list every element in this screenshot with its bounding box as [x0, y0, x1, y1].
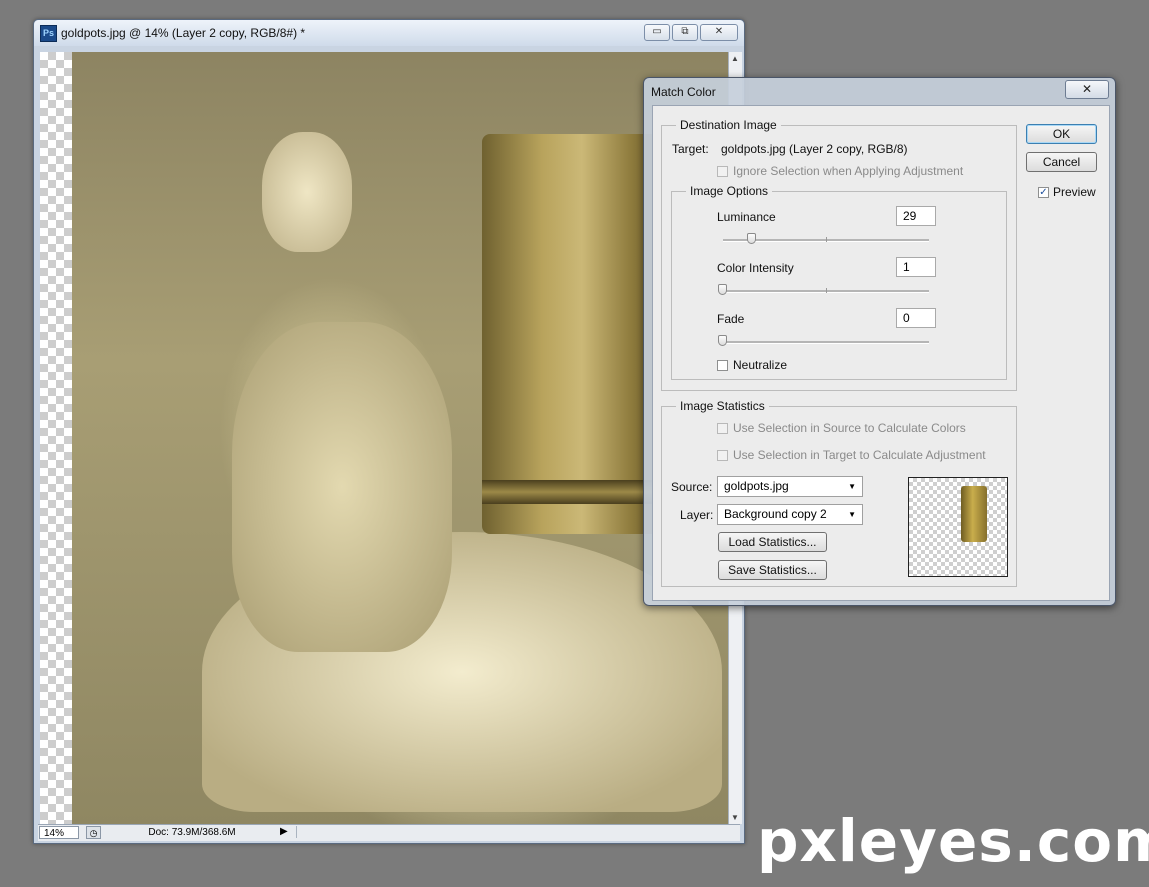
document-window: Ps goldpots.jpg @ 14% (Layer 2 copy, RGB… — [33, 19, 745, 844]
close-button[interactable]: ✕ — [700, 24, 738, 41]
ok-button[interactable]: OK — [1026, 124, 1097, 144]
target-value: goldpots.jpg (Layer 2 copy, RGB/8) — [721, 142, 908, 156]
match-color-dialog: Match Color ✕ Destination Image Target: … — [643, 77, 1116, 606]
photo-image — [72, 52, 728, 824]
status-options-icon[interactable]: ◷ — [86, 826, 101, 839]
load-statistics-button[interactable]: Load Statistics... — [718, 532, 827, 552]
preview-checkbox[interactable]: ✓ — [1038, 187, 1049, 198]
color-intensity-label: Color Intensity — [717, 261, 794, 275]
use-selection-source-label: Use Selection in Source to Calculate Col… — [733, 421, 966, 435]
status-menu-arrow-icon[interactable]: ▶ — [280, 826, 288, 837]
image-statistics-legend: Image Statistics — [680, 399, 765, 413]
save-statistics-button[interactable]: Save Statistics... — [718, 560, 827, 580]
preview-label: Preview — [1053, 185, 1096, 199]
scroll-up-icon[interactable]: ▲ — [731, 54, 739, 63]
luminance-slider-thumb[interactable] — [746, 233, 756, 244]
restore-button[interactable]: ⧉ — [672, 24, 698, 41]
fade-slider[interactable] — [718, 335, 929, 346]
use-selection-target-checkbox[interactable] — [717, 450, 728, 461]
chevron-down-icon: ▼ — [848, 510, 856, 519]
luminance-field[interactable]: 29 — [896, 206, 936, 226]
ignore-selection-checkbox[interactable] — [717, 166, 728, 177]
source-label: Source: — [671, 480, 713, 494]
neutralize-checkbox[interactable] — [717, 360, 728, 371]
color-intensity-slider[interactable] — [718, 284, 929, 295]
neutralize-label: Neutralize — [733, 358, 788, 372]
watermark-text: pxleyes.com — [757, 807, 1149, 875]
chevron-down-icon: ▼ — [848, 482, 856, 491]
layer-select[interactable]: Background copy 2 ▼ — [717, 504, 863, 525]
status-bar: 14% ◷ Doc: 73.9M/368.6M ▶ — [38, 824, 740, 841]
source-select-value: goldpots.jpg — [724, 479, 789, 493]
destination-image-legend: Destination Image — [680, 118, 777, 132]
luminance-slider[interactable] — [723, 233, 929, 244]
source-thumbnail — [908, 477, 1008, 577]
ignore-selection-label: Ignore Selection when Applying Adjustmen… — [733, 164, 964, 178]
use-selection-target-label: Use Selection in Target to Calculate Adj… — [733, 448, 986, 462]
target-label: Target: — [672, 142, 709, 156]
color-intensity-slider-thumb[interactable] — [718, 284, 727, 295]
fade-label: Fade — [717, 312, 745, 326]
dialog-body: Destination Image Target: goldpots.jpg (… — [652, 105, 1110, 601]
dialog-title: Match Color — [651, 85, 716, 99]
use-selection-source-checkbox[interactable] — [717, 423, 728, 434]
luminance-slider-midpoint-tick — [826, 237, 827, 242]
photo-figure — [232, 322, 452, 652]
layer-select-value: Background copy 2 — [724, 507, 827, 521]
thumbnail-pot-image — [961, 486, 987, 542]
layer-label: Layer: — [680, 508, 714, 522]
image-options-legend: Image Options — [690, 184, 769, 198]
canvas[interactable] — [40, 52, 728, 824]
photoshop-icon: Ps — [40, 25, 57, 42]
zoom-level-field[interactable]: 14% — [39, 826, 79, 839]
minimize-button[interactable]: ▭ — [644, 24, 670, 41]
dialog-close-button[interactable]: ✕ — [1065, 80, 1109, 99]
fade-field[interactable]: 0 — [896, 308, 936, 328]
fade-slider-thumb[interactable] — [718, 335, 727, 346]
document-size-info: Doc: 73.9M/368.6M — [148, 827, 236, 838]
photo-head — [262, 132, 352, 252]
horizontal-scrollbar[interactable] — [296, 826, 726, 838]
color-intensity-field[interactable]: 1 — [896, 257, 936, 277]
document-title: goldpots.jpg @ 14% (Layer 2 copy, RGB/8#… — [61, 26, 306, 40]
luminance-label: Luminance — [717, 210, 776, 224]
color-intensity-slider-midpoint-tick — [826, 288, 827, 293]
transparency-checkerboard — [40, 52, 72, 824]
source-select[interactable]: goldpots.jpg ▼ — [717, 476, 863, 497]
document-titlebar[interactable]: Ps goldpots.jpg @ 14% (Layer 2 copy, RGB… — [34, 20, 744, 46]
cancel-button[interactable]: Cancel — [1026, 152, 1097, 172]
scroll-down-icon[interactable]: ▼ — [731, 813, 739, 822]
